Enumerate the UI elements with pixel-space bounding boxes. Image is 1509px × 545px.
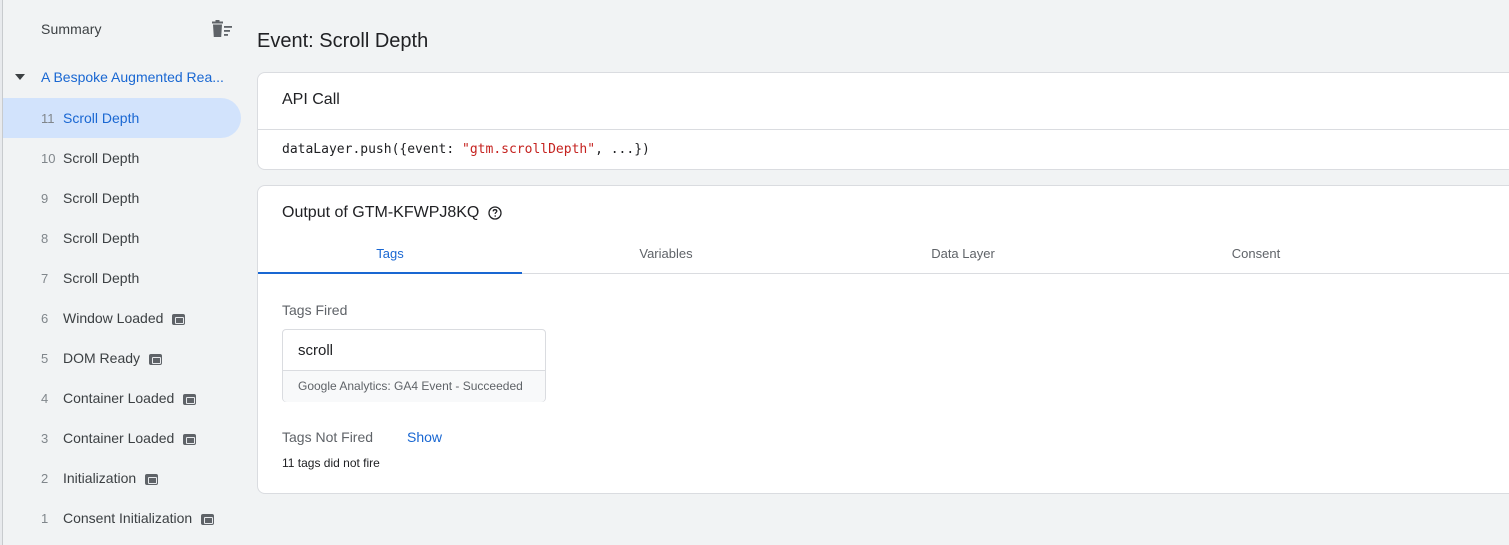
fired-tag-card[interactable]: scroll Google Analytics: GA4 Event - Suc… [282,329,546,402]
sidebar-event-item[interactable]: 10 Scroll Depth [3,138,247,178]
event-number: 4 [41,390,49,406]
sidebar-event-item[interactable]: 8 Scroll Depth [3,218,247,258]
sidebar-event-item[interactable]: 3 Container Loaded [3,418,247,458]
caret-down-icon[interactable] [15,74,25,80]
event-number: 1 [41,510,49,526]
gtm-event-icon [172,313,186,325]
summary-item[interactable]: Summary [3,0,247,58]
tags-not-fired-heading: Tags Not Fired [282,429,374,445]
sidebar-event-item[interactable]: 4 Container Loaded [3,378,247,418]
event-list: 11 Scroll Depth 10 Scroll Depth 9 Scroll Dept… [3,98,247,538]
gtm-event-icon [145,473,159,485]
code-event-string: "gtm.scrollDepth" [462,142,596,157]
tab-tags[interactable]: Tags [258,236,522,274]
divider [258,129,1509,130]
sidebar-event-item[interactable]: 2 Initialization [3,458,247,498]
tab-consent[interactable]: Consent [1126,236,1386,274]
event-name: Container Loaded [63,430,175,446]
output-card: Output of GTM-KFWPJ8KQ Tags Variables Da… [257,185,1509,494]
fired-tag-status: Google Analytics: GA4 Event - Succeeded [298,379,523,393]
event-name: Scroll Depth [63,150,140,166]
tab-data-layer[interactable]: Data Layer [833,236,1093,274]
event-name: Initialization [63,470,137,486]
event-number: 7 [41,270,49,286]
output-title-text: Output of GTM-KFWPJ8KQ [282,204,480,221]
code-suffix: , ...}) [595,142,650,157]
sidebar-event-item[interactable]: 9 Scroll Depth [3,178,247,218]
gtm-event-icon [149,353,163,365]
page-title: Event: Scroll Depth [257,30,429,52]
event-name: Scroll Depth [63,270,140,286]
sidebar-event-item[interactable]: 5 DOM Ready [3,338,247,378]
event-name: DOM Ready [63,350,141,366]
sidebar-event-item[interactable]: 6 Window Loaded [3,298,247,338]
output-tabs: Tags Variables Data Layer Consent [258,236,1509,274]
gtm-event-icon [183,393,197,405]
event-name: Container Loaded [63,390,175,406]
help-icon[interactable] [488,206,503,220]
output-title: Output of GTM-KFWPJ8KQ [282,204,503,222]
event-number: 9 [41,190,49,206]
tab-variables[interactable]: Variables [536,236,796,274]
tags-fired-heading: Tags Fired [282,302,348,318]
api-call-title: API Call [282,91,340,108]
event-number: 2 [41,470,49,486]
event-number: 8 [41,230,49,246]
show-not-fired-button[interactable]: Show [407,429,442,445]
container-group-label: A Bespoke Augmented Rea... [41,69,224,85]
event-number: 11 [41,110,55,126]
event-name: Scroll Depth [63,190,140,206]
event-name: Scroll Depth [63,230,140,246]
fired-tag-status-area: Google Analytics: GA4 Event - Succeeded [283,370,545,402]
event-number: 3 [41,430,49,446]
gtm-event-icon [183,433,197,445]
sidebar-event-item[interactable]: 11 Scroll Depth [3,98,241,138]
tags-not-fired-count: 11 tags did not fire [282,456,380,470]
summary-label: Summary [41,21,102,37]
api-call-card: API Call dataLayer.push({event: "gtm.scr… [257,72,1509,170]
event-name: Consent Initialization [63,510,193,526]
code-prefix: dataLayer.push({event: [282,142,463,157]
event-number: 6 [41,310,49,326]
api-call-code: dataLayer.push({event: "gtm.scrollDepth"… [282,142,650,157]
main-panel: Event: Scroll Depth API Call dataLayer.p… [257,0,1509,545]
event-number: 10 [41,150,56,166]
event-name: Window Loaded [63,310,164,326]
sidebar-event-item[interactable]: 7 Scroll Depth [3,258,247,298]
event-name: Scroll Depth [63,110,140,126]
clear-messages-icon[interactable] [209,20,233,38]
container-group[interactable]: A Bespoke Augmented Rea... [3,58,247,98]
fired-tag-name: scroll [298,342,334,359]
sidebar: Summary A Bespoke Augmented Rea... 11 Scr… [3,0,247,545]
event-number: 5 [41,350,49,366]
sidebar-event-item[interactable]: 1 Consent Initialization [3,498,247,538]
gtm-event-icon [201,513,215,525]
